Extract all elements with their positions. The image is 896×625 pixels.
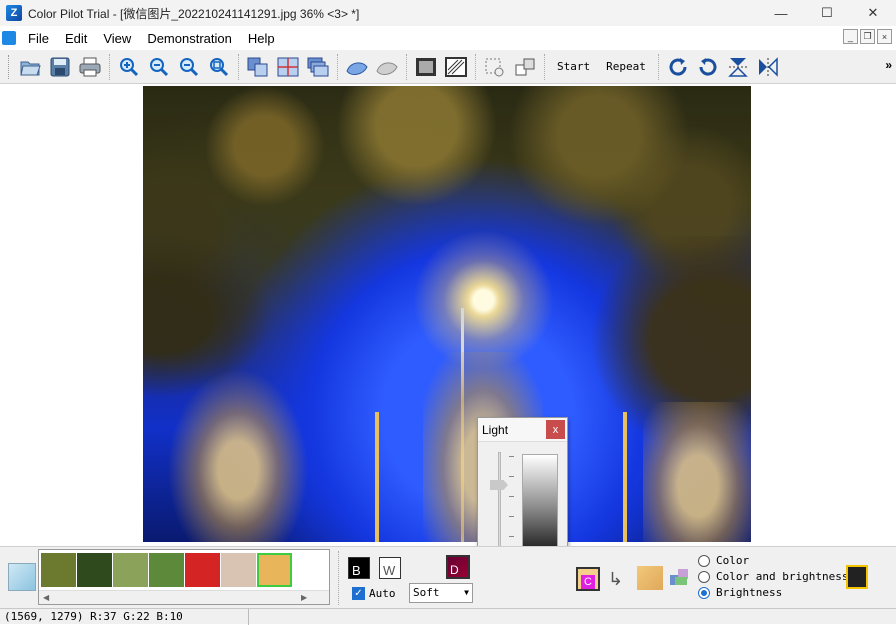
close-button[interactable]: ✕ — [850, 0, 896, 26]
save-icon[interactable] — [47, 54, 73, 80]
zoom-fit-icon[interactable] — [176, 54, 202, 80]
tree-trunk — [623, 412, 627, 542]
thumb-foliage-2[interactable] — [77, 553, 112, 587]
target-color-swatch[interactable] — [637, 566, 663, 590]
zoom-in-icon[interactable] — [116, 54, 142, 80]
toolbar-overflow-button[interactable]: » — [885, 58, 892, 72]
menu-demonstration[interactable]: Demonstration — [139, 31, 240, 46]
mdi-restore-button[interactable]: ❐ — [860, 29, 875, 44]
app-logo-icon: Z — [6, 5, 22, 21]
transform-icon[interactable] — [512, 54, 538, 80]
mask-blue-icon[interactable] — [344, 54, 370, 80]
color-swatch-button[interactable]: C — [576, 567, 600, 591]
thumb-foliage-3[interactable] — [113, 553, 148, 587]
toolbar-separator — [475, 53, 476, 80]
dark-point-button[interactable]: D — [446, 555, 470, 579]
color-mix-icon[interactable] — [668, 565, 692, 589]
radio-color-and-brightness-label[interactable]: Color and brightness — [716, 570, 848, 583]
layers-icon[interactable] — [305, 54, 331, 80]
auto-checkbox[interactable]: ✓ — [352, 587, 365, 600]
menu-edit[interactable]: Edit — [57, 31, 95, 46]
window-title: Color Pilot Trial - [微信图片_20221024114129… — [28, 6, 360, 21]
thumb-red[interactable] — [185, 553, 220, 587]
light-dialog-close-button[interactable]: x — [546, 420, 565, 439]
dropdown-arrow-icon: ▼ — [464, 588, 469, 597]
light-slider-thumb[interactable] — [490, 480, 508, 490]
status-bar: (1569, 1279) R:37 G:22 B:10 — [0, 608, 896, 625]
white-point-button[interactable]: W — [379, 557, 401, 579]
mdi-close-button[interactable]: × — [877, 29, 892, 44]
start-button[interactable]: Start — [549, 60, 598, 73]
panel-separator — [338, 551, 339, 605]
cursor-pixel-readout: (1569, 1279) R:37 G:22 B:10 — [4, 610, 183, 623]
apply-arrow-icon[interactable]: ↳ — [608, 569, 623, 590]
split-view-icon[interactable] — [275, 54, 301, 80]
title-bar: Z Color Pilot Trial - [微信图片_202210241141… — [0, 0, 896, 26]
toolbar-separator — [657, 53, 659, 80]
auto-label: Auto — [369, 587, 396, 600]
thumbnail-strip: ◀ ▶ — [38, 549, 330, 605]
menu-file[interactable]: File — [20, 31, 57, 46]
radio-brightness-label[interactable]: Brightness — [716, 586, 782, 599]
reference-image-icon[interactable] — [8, 563, 36, 591]
zoom-actual-icon[interactable] — [206, 54, 232, 80]
mdi-minimize-button[interactable]: _ — [843, 29, 858, 44]
toolbar-separator — [109, 53, 110, 80]
bottom-panel: ◀ ▶ B W ✓ Auto Soft ▼ D C ↳ Color Color … — [0, 546, 896, 608]
maximize-button[interactable]: ☐ — [804, 0, 850, 26]
frame-icon[interactable] — [413, 54, 439, 80]
toolbar-separator — [406, 53, 407, 80]
image-canvas[interactable] — [0, 84, 896, 546]
flip-vertical-icon[interactable] — [725, 54, 751, 80]
select-icon[interactable] — [482, 54, 508, 80]
menu-help[interactable]: Help — [240, 31, 283, 46]
color-swatch-label: C — [581, 575, 595, 589]
thumb-white[interactable] — [293, 553, 328, 587]
flip-horizontal-icon[interactable] — [755, 54, 781, 80]
thumbnail-scrollbar[interactable]: ◀ ▶ — [39, 590, 329, 604]
bare-tree-right — [643, 402, 751, 542]
minimize-button[interactable]: — — [758, 0, 804, 26]
zoom-out-icon[interactable] — [146, 54, 172, 80]
status-separator — [248, 609, 249, 625]
radio-brightness[interactable] — [698, 587, 710, 599]
toolbar-separator — [544, 53, 545, 80]
toolbar: Start Repeat » — [0, 50, 896, 84]
menu-bar: File Edit View Demonstration Help — [0, 26, 896, 50]
print-icon[interactable] — [77, 54, 103, 80]
menu-view[interactable]: View — [95, 31, 139, 46]
repeat-button[interactable]: Repeat — [598, 60, 654, 73]
thumb-skin[interactable] — [221, 553, 256, 587]
rotate-cw-icon[interactable] — [665, 54, 691, 80]
thumb-foliage-4[interactable] — [149, 553, 184, 587]
toolbar-grip[interactable] — [8, 54, 11, 79]
bare-tree-left — [163, 362, 313, 542]
film-strip-icon[interactable] — [846, 565, 868, 589]
radio-color[interactable] — [698, 555, 710, 567]
document-icon[interactable] — [2, 31, 16, 45]
blend-mode-value: Soft — [413, 586, 440, 599]
thumb-foliage-1[interactable] — [41, 553, 76, 587]
radio-color-label[interactable]: Color — [716, 554, 749, 567]
radio-color-and-brightness[interactable] — [698, 571, 710, 583]
toolbar-separator — [337, 53, 338, 80]
photo-night-streetlight[interactable] — [143, 86, 751, 542]
rotate-ccw-icon[interactable] — [695, 54, 721, 80]
scroll-right-icon[interactable]: ▶ — [301, 593, 307, 602]
hatch-icon[interactable] — [443, 54, 469, 80]
compare-icon[interactable] — [245, 54, 271, 80]
thumb-paper-selected[interactable] — [257, 553, 292, 587]
tree-trunk — [375, 412, 379, 542]
mask-grey-icon[interactable] — [374, 54, 400, 80]
open-icon[interactable] — [17, 54, 43, 80]
black-point-button[interactable]: B — [348, 557, 370, 579]
blend-mode-select[interactable]: Soft ▼ — [409, 583, 473, 603]
toolbar-separator — [238, 53, 239, 80]
scroll-left-icon[interactable]: ◀ — [43, 593, 49, 602]
